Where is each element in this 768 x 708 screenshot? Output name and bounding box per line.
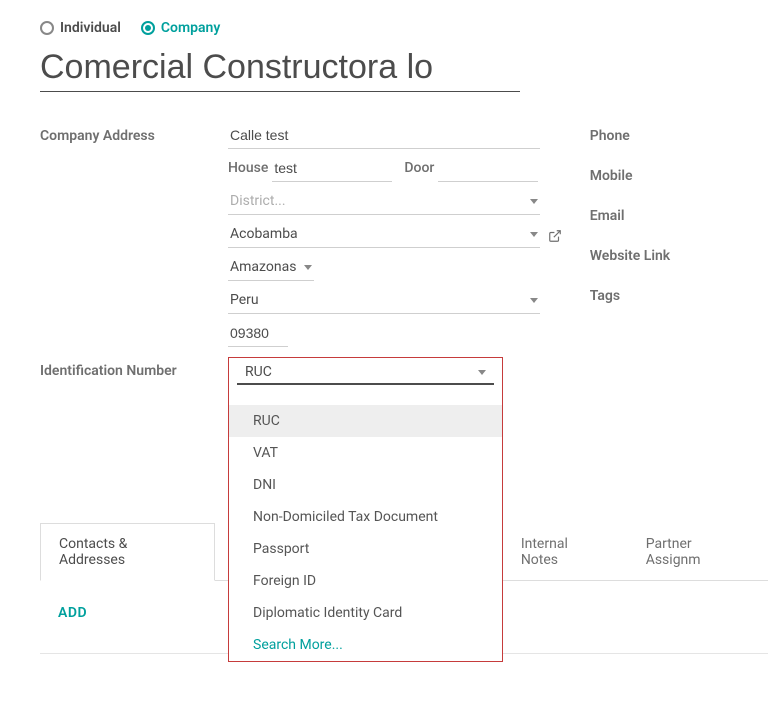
country-select[interactable]: Peru	[228, 287, 540, 314]
label-email: Email	[590, 202, 768, 242]
dropdown-option-dni[interactable]: DNI	[229, 469, 502, 501]
street-input[interactable]	[228, 122, 540, 149]
dropdown-option-diplomatic[interactable]: Diplomatic Identity Card	[229, 597, 502, 629]
caret-down-icon	[530, 232, 538, 237]
label-company-address: Company Address	[40, 122, 228, 353]
dropdown-option-ruc[interactable]: RUC	[229, 405, 502, 437]
label-door: Door	[404, 155, 438, 182]
caret-down-icon	[478, 370, 486, 375]
radio-icon-checked	[141, 21, 155, 35]
dropdown-option-passport[interactable]: Passport	[229, 533, 502, 565]
dropdown-search-more[interactable]: Search More...	[229, 629, 502, 661]
tab-partner-assignment[interactable]: Partner Assignm	[627, 523, 768, 581]
district-placeholder: District...	[230, 193, 286, 209]
city-select[interactable]: Acobamba	[228, 221, 540, 248]
caret-down-icon	[304, 265, 312, 270]
external-link-icon[interactable]	[548, 229, 562, 247]
label-house: House	[228, 155, 272, 182]
identification-type-dropdown: RUC VAT DNI Non-Domiciled Tax Document P…	[229, 405, 502, 661]
label-tags: Tags	[590, 282, 768, 322]
city-value: Acobamba	[230, 226, 298, 242]
radio-company[interactable]: Company	[141, 20, 220, 36]
dropdown-option-foreignid[interactable]: Foreign ID	[229, 565, 502, 597]
label-website: Website Link	[590, 242, 768, 282]
radio-company-label: Company	[161, 20, 220, 36]
label-identification-number: Identification Number	[40, 357, 228, 662]
radio-icon	[40, 21, 54, 35]
radio-individual-label: Individual	[60, 20, 121, 36]
caret-down-icon	[530, 298, 538, 303]
door-input[interactable]	[438, 155, 538, 182]
company-name-input[interactable]	[40, 44, 520, 92]
caret-down-icon	[530, 199, 538, 204]
country-value: Peru	[230, 292, 259, 308]
district-select[interactable]: District...	[228, 188, 540, 215]
dropdown-option-nondom[interactable]: Non-Domiciled Tax Document	[229, 501, 502, 533]
label-mobile: Mobile	[590, 162, 768, 202]
radio-individual[interactable]: Individual	[40, 20, 121, 36]
state-select[interactable]: Amazonas	[228, 254, 314, 281]
identification-type-box: RUC RUC VAT DNI Non-Domiciled Tax Docume…	[228, 357, 503, 662]
label-phone: Phone	[590, 122, 768, 162]
dropdown-option-vat[interactable]: VAT	[229, 437, 502, 469]
identification-type-select[interactable]: RUC	[237, 358, 494, 385]
zip-input[interactable]	[228, 320, 288, 347]
state-value: Amazonas	[230, 259, 296, 275]
identification-type-value: RUC	[245, 364, 272, 380]
house-input[interactable]	[272, 155, 392, 182]
